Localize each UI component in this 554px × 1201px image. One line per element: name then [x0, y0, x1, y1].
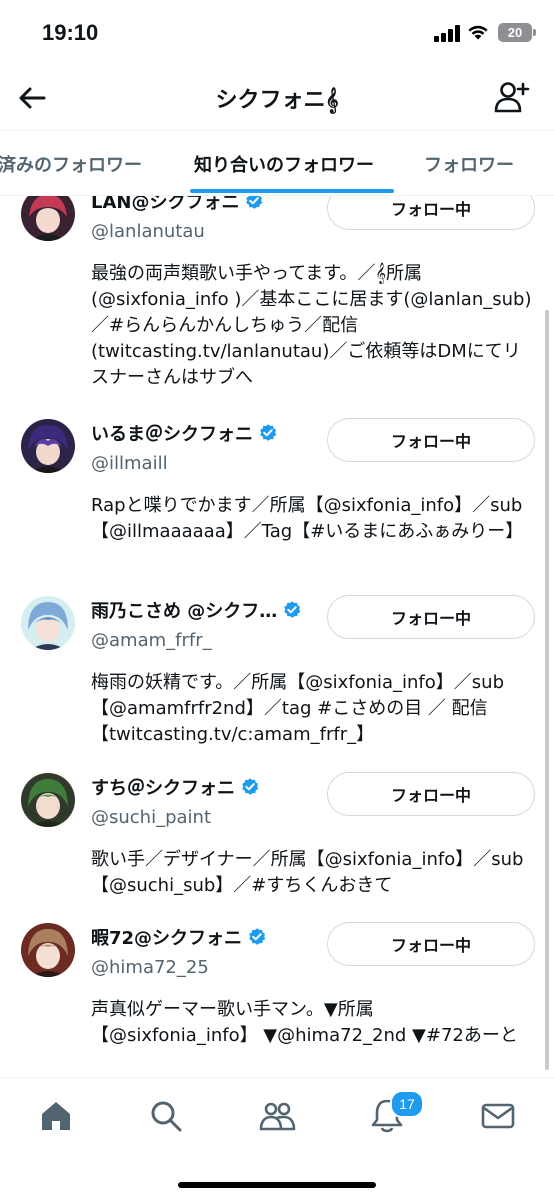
follower-tabs: 済みのフォロワー 知り合いのフォロワー フォロワー: [0, 130, 554, 196]
user-list: LAN@シクフォニ @lanlanutau フォロー中 最強の両声類歌い手やって…: [0, 195, 554, 1077]
user-name: 暇72@シクフォニ: [91, 928, 243, 949]
tab-followers-you-follow[interactable]: 済みのフォロワー: [0, 151, 142, 177]
header: シクフォニ𝄞: [0, 68, 554, 130]
avatar[interactable]: [21, 773, 75, 827]
verified-badge-icon: [242, 778, 259, 795]
communities-icon[interactable]: [257, 1096, 297, 1136]
avatar[interactable]: [21, 596, 75, 650]
user-bio: 歌い手／デザイナー／所属【@sixfonia_info】／sub【@suchi_…: [91, 849, 524, 896]
add-user-icon[interactable]: [494, 80, 530, 114]
user-name: LAN@シクフォニ: [91, 195, 240, 213]
scrollbar[interactable]: [545, 310, 549, 1070]
user-name: 雨乃こさめ @シクフ…: [91, 601, 278, 622]
user-handle: @illmaill: [91, 453, 168, 474]
following-button[interactable]: フォロー中: [327, 772, 535, 816]
avatar[interactable]: [21, 923, 75, 977]
verified-badge-icon: [284, 601, 301, 618]
user-handle: @hima72_25: [91, 957, 209, 978]
status-time: 19:10: [42, 20, 99, 45]
following-button[interactable]: フォロー中: [327, 195, 535, 230]
following-button[interactable]: フォロー中: [327, 922, 535, 966]
following-button[interactable]: フォロー中: [327, 595, 535, 639]
avatar[interactable]: [21, 419, 75, 473]
user-handle: @amam_frfr_: [91, 630, 212, 651]
search-icon[interactable]: [146, 1096, 186, 1136]
home-indicator: [178, 1182, 376, 1188]
tab-followers[interactable]: フォロワー: [424, 151, 514, 177]
home-icon[interactable]: [36, 1096, 76, 1136]
user-bio: Rapと喋りでかます／所属【@sixfonia_info】／sub【@illma…: [91, 495, 524, 542]
user-bio: 梅雨の妖精です。／所属【@sixfonia_info】／sub【@amamfrf…: [91, 672, 504, 745]
verified-badge-icon: [249, 928, 266, 945]
verified-badge-icon: [246, 195, 263, 209]
signal-icon: [434, 24, 462, 42]
battery-tip: [533, 29, 536, 36]
user-handle: @lanlanutau: [91, 221, 205, 242]
wifi-icon: [468, 25, 488, 40]
user-name: いるま＠シクフォニ: [91, 424, 253, 445]
following-button[interactable]: フォロー中: [327, 418, 535, 462]
active-tab-indicator: [190, 189, 394, 193]
page-title: シクフォニ𝄞: [215, 88, 339, 113]
battery-icon: 20: [498, 23, 532, 42]
messages-envelope-icon[interactable]: [478, 1096, 518, 1136]
status-bar: 19:10 20: [0, 0, 554, 68]
notification-count-badge: 17: [390, 1090, 424, 1118]
user-handle: @suchi_paint: [91, 807, 212, 828]
user-bio: 声真似ゲーマー歌い手マン。▼所属【@sixfonia_info】 ▼@hima7…: [91, 999, 518, 1046]
user-name: すち＠シクフォニ: [91, 778, 235, 799]
verified-badge-icon: [260, 424, 277, 441]
user-bio: 最強の両声類歌い手やってます。／𝄞所属(@sixfonia_info )／基本こ…: [91, 263, 532, 388]
tab-known-followers[interactable]: 知り合いのフォロワー: [194, 151, 374, 177]
avatar[interactable]: [21, 195, 75, 241]
